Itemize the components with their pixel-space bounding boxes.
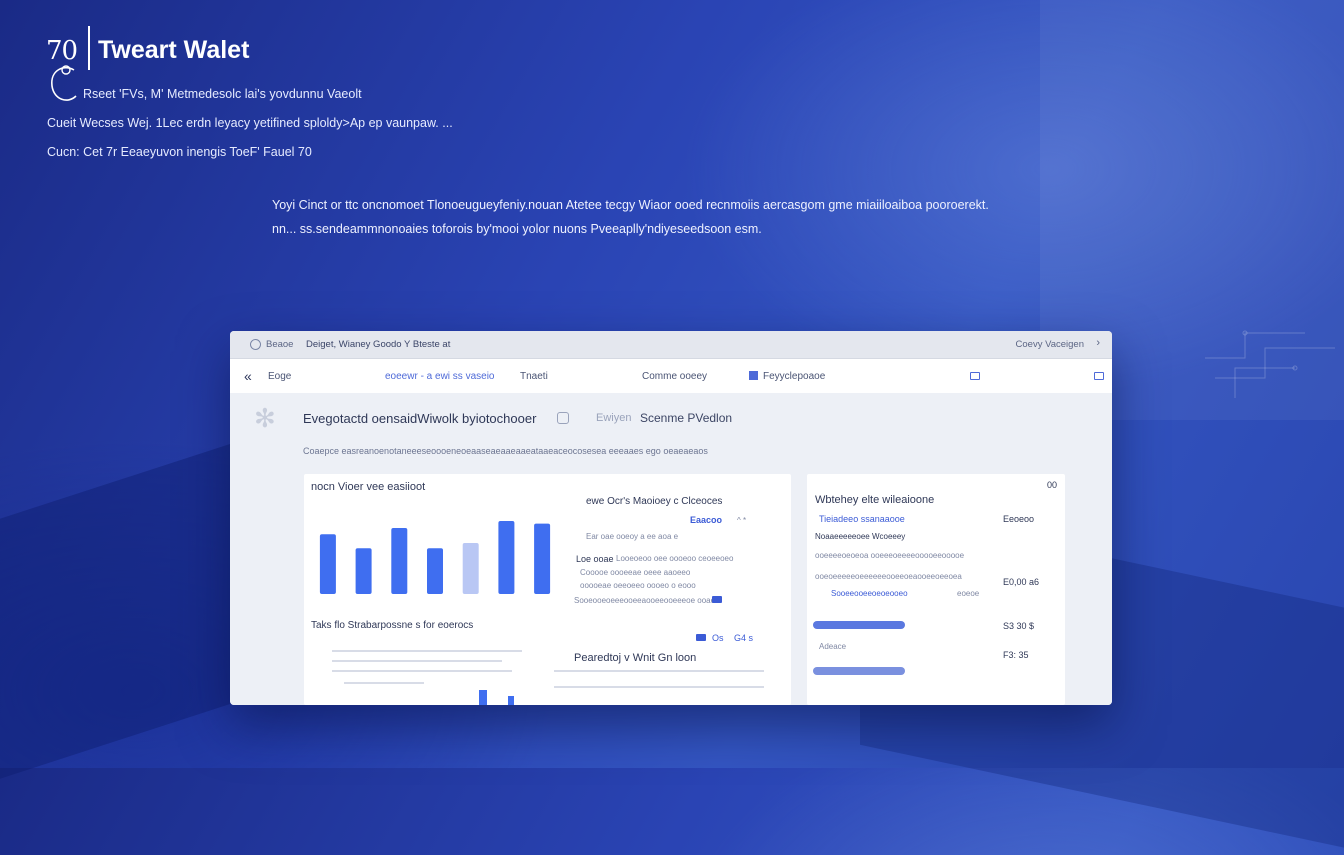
mini-bar [508, 696, 514, 705]
description-line-2: nn... ss.sendeammnonoaies toforois by'mo… [272, 222, 762, 236]
details-card: 00 Wbtehey elte wileaioone Tieiadeeo ssa… [807, 474, 1065, 705]
description-line-1: Yoyi Cinct or ttc oncnomoet Tlonoeugueyf… [272, 198, 989, 212]
tab-prefix: Beaoe [266, 339, 294, 350]
analytics-card: nocn Vioer vee easiioot ewe Ocr's Maoioe… [304, 474, 791, 705]
details-link[interactable]: Tieiadeeo ssanaaooe [819, 514, 905, 524]
nav-item-2[interactable]: Tnaeti [520, 371, 548, 382]
stats-title: ewe Ocr's Maoioey c Clceoces [586, 496, 723, 507]
page-subtitle-muted: Ewiyen [596, 412, 632, 424]
chart-bar [319, 534, 336, 594]
nav-link[interactable]: eoeewr - a ewi ss vaseio [385, 371, 495, 382]
stats-row: Cooooe oooeeae oeee aaoeeo [580, 568, 691, 577]
window-icon[interactable] [970, 372, 980, 380]
chart-bar [462, 543, 479, 594]
chat-icon[interactable] [1094, 372, 1104, 380]
chevron-right-icon[interactable]: › [1096, 337, 1100, 349]
nav-home[interactable]: Eoge [268, 371, 291, 382]
brand-mark: 70 [46, 36, 78, 66]
circuit-lines-decoration [1205, 330, 1335, 398]
details-value: F3: 35 [1003, 650, 1029, 660]
card-corner-label: 00 [1047, 480, 1058, 490]
page-subtitle: Scenme PVedlon [640, 411, 733, 425]
app-nav-bar: « Eoge eoeewr - a ewi ss vaseio Tnaeti C… [230, 359, 1112, 394]
progress-pill [813, 621, 905, 629]
stats-row: Sooeooeoeeeooeeaooeeooeeeoe ooae [574, 596, 716, 605]
details-label: Adeace [819, 642, 847, 651]
page-title: Evegotactd oensaidWiwolk byiotochooer [303, 411, 537, 426]
mini-bar [479, 690, 487, 705]
tagline-line-2: Cueit Wecses Wej. 1Lec erdn leyacy yetif… [47, 116, 453, 130]
tab-right-label[interactable]: Coevy Vaceigen [1016, 339, 1084, 350]
tasks-subtitle: Pearedtoj v Wnit Gn loon [574, 652, 697, 664]
stats-row-head: Loe ooae [576, 554, 614, 564]
page-description: Coaepce easreanoenotaneeeseoooeneoeaasea… [303, 446, 708, 456]
details-value: eoeoe [957, 589, 980, 598]
stats-value: Eaacoo [690, 515, 723, 525]
details-link-value: Eeoeoo [1003, 514, 1035, 524]
tab-favicon-icon [250, 339, 261, 350]
placeholder-line [332, 670, 512, 672]
details-title: Wbtehey elte wileaioone [815, 494, 935, 506]
details-row: ooeoeeeeeoeeeeeeooeeoeaooeeoeeoea [815, 572, 962, 581]
gear-icon: ✻ [254, 403, 276, 433]
placeholder-line [554, 686, 764, 688]
tagline-line-1: Rseet 'FVs, M' Metmedesolc lai's yovdunn… [83, 87, 362, 101]
progress-pill [813, 667, 905, 675]
browser-window: Beaoe Deiget, Wianey Goodo Y Bteste at C… [230, 331, 1112, 705]
placeholder-line [332, 650, 522, 652]
chart-title: nocn Vioer vee easiioot [311, 481, 426, 493]
swirl-icon [51, 65, 77, 101]
tasks-value: G4 s [734, 633, 754, 643]
nav-item-4[interactable]: Feyyclepoaoe [763, 371, 825, 382]
details-value: S3 30 $ [1003, 621, 1035, 631]
tasks-value: Os [712, 633, 724, 643]
tasks-title: Taks flo Strabarpossne s for eoerocs [311, 620, 474, 631]
grid-icon [749, 371, 758, 380]
chart-bar [427, 548, 443, 594]
placeholder-line [554, 670, 764, 672]
chart-bar [355, 548, 372, 594]
details-row: ooeeeeoeoeoa ooeeeoeeeeooooeeooooe [815, 551, 965, 560]
browser-tab-title[interactable]: Deiget, Wianey Goodo Y Bteste at [306, 339, 450, 350]
details-value: E0,00 a6 [1003, 577, 1040, 587]
stats-row: ooooeae oeeoeeo oooeo o eooo [580, 581, 696, 590]
dashboard-content: ✻ Evegotactd oensaidWiwolk byiotochooer … [230, 393, 1112, 705]
copy-icon[interactable] [557, 412, 569, 424]
double-chevron-left-icon[interactable]: « [244, 368, 252, 384]
stats-value-suffix: ^ * [737, 516, 747, 525]
placeholder-line [344, 682, 424, 684]
details-row: Sooeeooeeoeoeooeo [831, 589, 908, 598]
brand-name: Tweart Walet [98, 36, 250, 64]
chart-bar [534, 523, 551, 594]
stats-chip [712, 596, 722, 603]
tasks-chip [696, 634, 706, 641]
bar-chart [319, 521, 551, 594]
details-row: Noaaeeeeeoee Wcoeeey [815, 532, 906, 541]
stats-row: Ear oae ooeoy a ee aoa e [586, 532, 679, 541]
tagline-line-3: Cucn: Cet 7r Eeaeyuvon inengis ToeF' Fau… [47, 145, 312, 159]
stats-row: Looeoeoo oee oooeoo ceoeeoeo [616, 554, 734, 563]
browser-tab-bar: Beaoe Deiget, Wianey Goodo Y Bteste at C… [230, 331, 1112, 359]
placeholder-line [332, 660, 502, 662]
chart-bar [498, 521, 515, 594]
chart-bar [391, 528, 408, 594]
brand-divider [88, 26, 90, 70]
nav-item-3[interactable]: Comme ooeey [642, 371, 707, 382]
